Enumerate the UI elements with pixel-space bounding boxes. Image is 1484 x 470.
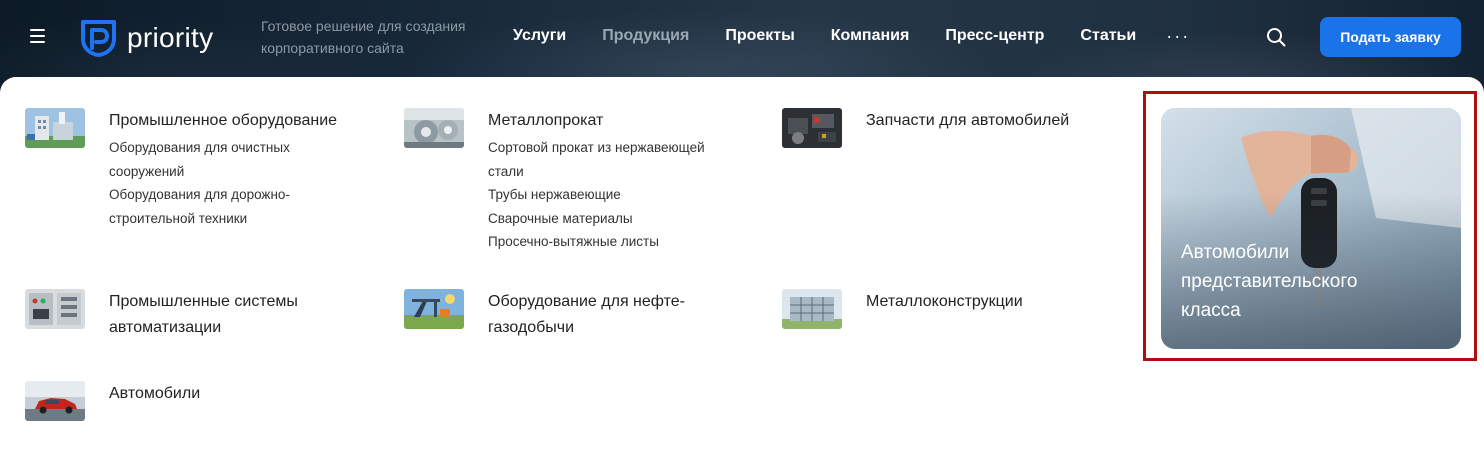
steel-structure-photo[interactable] <box>782 289 842 329</box>
priority-logo-icon <box>81 20 116 57</box>
subcategory-link[interactable]: Сортовой прокат из нержавеющей стали <box>488 136 738 183</box>
logo-text: priority <box>127 22 214 53</box>
category-title[interactable]: Промышленное оборудование <box>109 108 339 134</box>
industrial-building-photo[interactable] <box>25 108 85 148</box>
category-automation-systems: Промышленные системы автоматизации <box>25 289 339 341</box>
category-metal-products: Металлопрокат Сортовой прокат из нержаве… <box>404 108 738 254</box>
category-auto-parts: Запчасти для автомобилей <box>782 108 1069 148</box>
category-cars: Автомобили <box>25 381 200 421</box>
category-title[interactable]: Металлоконструкции <box>866 289 1023 315</box>
menu-burger-icon[interactable] <box>30 29 45 43</box>
subcategory-link[interactable]: Трубы нержавеющие <box>488 183 738 207</box>
category-title[interactable]: Промышленные системы автоматизации <box>109 289 339 341</box>
category-oil-gas-equipment: Оборудование для нефте-газодобычи <box>404 289 718 341</box>
submit-request-button[interactable]: Подать заявку <box>1320 17 1461 57</box>
control-panel-photo[interactable] <box>25 289 85 329</box>
search-icon[interactable] <box>1266 27 1286 47</box>
main-nav: Услуги Продукция Проекты Компания Пресс-… <box>513 26 1190 46</box>
oil-pump-photo[interactable] <box>404 289 464 329</box>
subcategory-link[interactable]: Просечно-вытяжные листы <box>488 230 738 254</box>
logo[interactable]: priority <box>80 19 213 57</box>
red-car-photo[interactable] <box>25 381 85 421</box>
category-title[interactable]: Металлопрокат <box>488 108 738 134</box>
nav-item-press-center[interactable]: Пресс-центр <box>945 26 1044 46</box>
category-metal-structures: Металлоконструкции <box>782 289 1023 329</box>
subcategory-link[interactable]: Сварочные материалы <box>488 207 738 231</box>
metal-rolls-photo[interactable] <box>404 108 464 148</box>
nav-item-projects[interactable]: Проекты <box>725 26 794 46</box>
subcategory-link[interactable]: Оборудования для дорожно-строительной те… <box>109 183 339 230</box>
promo-title: Автомобили представительского класса <box>1181 242 1358 321</box>
nav-more-icon[interactable]: ··· <box>1166 26 1190 46</box>
category-title[interactable]: Запчасти для автомобилей <box>866 108 1069 134</box>
nav-item-products[interactable]: Продукция <box>602 26 689 46</box>
promo-card[interactable]: Автомобили представительского класса <box>1161 108 1461 349</box>
nav-item-services[interactable]: Услуги <box>513 26 566 46</box>
nav-item-articles[interactable]: Статьи <box>1080 26 1136 46</box>
site-tagline: Готовое решение для создания корпоративн… <box>261 18 466 56</box>
category-title[interactable]: Оборудование для нефте-газодобычи <box>488 289 718 341</box>
car-engine-photo[interactable] <box>782 108 842 148</box>
category-title[interactable]: Автомобили <box>109 381 200 407</box>
nav-item-company[interactable]: Компания <box>831 26 910 46</box>
category-industrial-equipment: Промышленное оборудование Оборудования д… <box>25 108 339 230</box>
subcategory-link[interactable]: Оборудования для очистных сооружений <box>109 136 339 183</box>
